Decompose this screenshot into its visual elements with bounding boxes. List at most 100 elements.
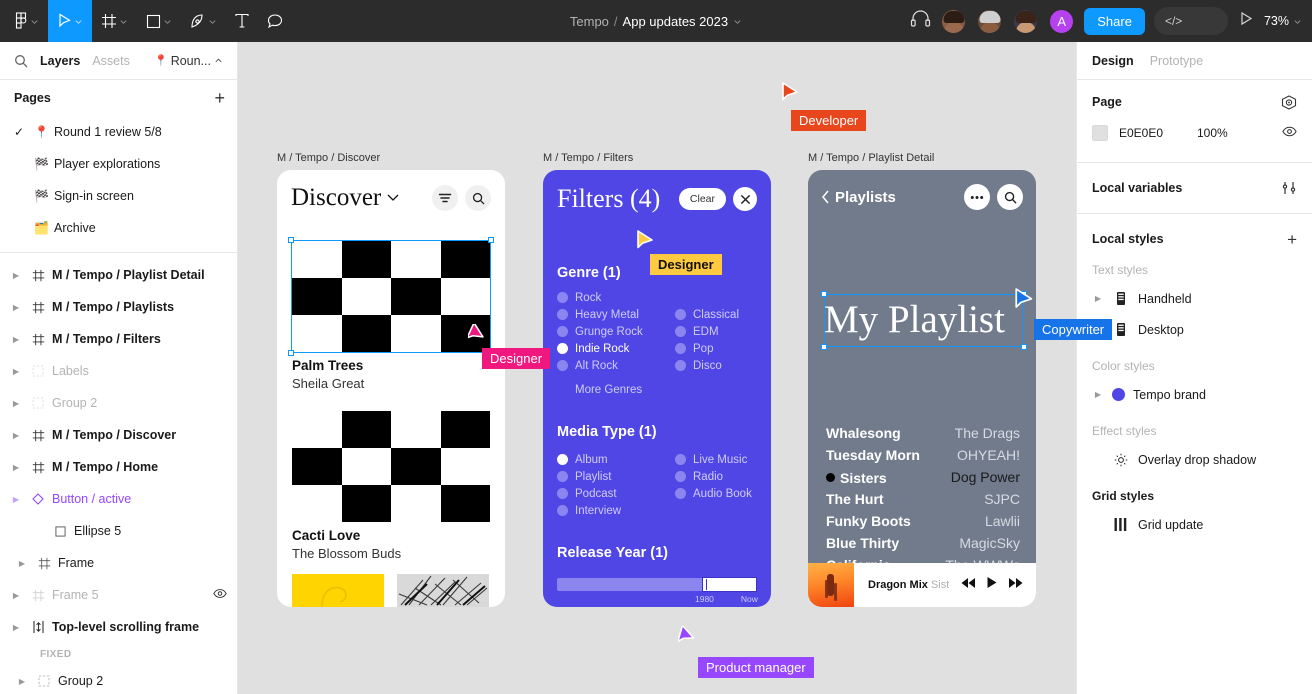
zoom-control[interactable]: 73%: [1264, 14, 1304, 28]
page-item-player-explorations[interactable]: 🏁 Player explorations: [0, 148, 237, 180]
layer-row[interactable]: ▶ Top-level scrolling frame: [0, 611, 237, 643]
add-style-button[interactable]: +: [1287, 231, 1297, 248]
release-year-slider[interactable]: 1980 Now: [557, 577, 758, 604]
track-row[interactable]: Blue Thirty MagicSky: [826, 535, 1020, 557]
genre-option-more-genres[interactable]: More Genres: [557, 381, 643, 398]
tab-assets[interactable]: Assets: [92, 54, 130, 68]
page-background-row[interactable]: E0E0E0 100%: [1092, 118, 1297, 148]
twisty-icon[interactable]: ▶: [8, 399, 24, 408]
twisty-icon[interactable]: ▶: [8, 431, 24, 440]
twisty-icon[interactable]: ▶: [8, 495, 24, 504]
media-option-audio-book[interactable]: Audio Book: [675, 485, 752, 502]
twisty-icon[interactable]: ▶: [1092, 390, 1104, 399]
avatar[interactable]: [976, 7, 1004, 35]
genre-option-classical[interactable]: Classical: [675, 306, 739, 323]
local-variables-header[interactable]: Local variables: [1092, 178, 1297, 198]
genre-option-alt-rock[interactable]: Alt Rock: [557, 357, 643, 374]
add-page-button[interactable]: +: [214, 89, 225, 107]
layer-row[interactable]: ▶ Labels: [0, 355, 237, 387]
more-icon[interactable]: [964, 184, 990, 210]
avatar[interactable]: [1012, 7, 1040, 35]
twisty-icon[interactable]: ▶: [14, 559, 30, 568]
frame-label-filters[interactable]: M / Tempo / Filters: [543, 152, 633, 164]
twisty-icon[interactable]: ▶: [1092, 325, 1104, 334]
eye-icon[interactable]: [213, 588, 227, 602]
style-row-grid-update[interactable]: Grid update: [1092, 509, 1297, 540]
frame-label-discover[interactable]: M / Tempo / Discover: [277, 152, 380, 164]
search-icon[interactable]: [14, 54, 28, 68]
album-artwork[interactable]: [292, 241, 490, 352]
headset-icon[interactable]: [910, 10, 931, 32]
album-thumbnail-grayscale[interactable]: [397, 574, 489, 607]
chevron-down-icon[interactable]: [386, 189, 400, 207]
sliders-icon[interactable]: [1281, 181, 1297, 195]
dev-mode-toggle[interactable]: </>: [1153, 7, 1228, 35]
close-icon[interactable]: [733, 187, 757, 211]
eye-icon[interactable]: [1282, 124, 1297, 142]
layer-row[interactable]: ▶ Frame: [0, 547, 237, 579]
design-canvas[interactable]: M / Tempo / Discover M / Tempo / Filters…: [238, 42, 1076, 694]
twisty-icon[interactable]: ▶: [8, 335, 24, 344]
layer-row[interactable]: ▶ M / Tempo / Playlist Detail: [0, 259, 237, 291]
color-swatch[interactable]: [1092, 125, 1108, 141]
album-artwork[interactable]: [292, 411, 490, 522]
mini-player[interactable]: Dragon Mix Sist: [808, 563, 1036, 607]
genre-option-edm[interactable]: EDM: [675, 323, 739, 340]
twisty-icon[interactable]: ▶: [8, 463, 24, 472]
page-item-archive[interactable]: 🗂️ Archive: [0, 212, 237, 244]
twisty-icon[interactable]: ▶: [8, 303, 24, 312]
back-button[interactable]: Playlists: [821, 189, 896, 206]
page-item-sign-in-screen[interactable]: 🏁 Sign-in screen: [0, 180, 237, 212]
present-button[interactable]: [1237, 11, 1255, 31]
page-color-hex[interactable]: E0E0E0: [1119, 126, 1197, 140]
media-option-live-music[interactable]: Live Music: [675, 451, 752, 468]
pen-tool[interactable]: [181, 0, 226, 42]
media-option-interview[interactable]: Interview: [557, 502, 621, 519]
track-row-playing[interactable]: Sisters Dog Power: [826, 469, 1020, 491]
comment-tool[interactable]: [258, 0, 292, 42]
shape-tool[interactable]: [137, 0, 181, 42]
chevron-down-icon[interactable]: [733, 17, 742, 26]
slider-handle[interactable]: [702, 577, 757, 592]
style-row-tempo-brand[interactable]: ▶ Tempo brand: [1092, 379, 1297, 410]
layer-row[interactable]: ▶ M / Tempo / Home: [0, 451, 237, 483]
style-row-overlay-drop-shadow[interactable]: Overlay drop shadow: [1092, 444, 1297, 475]
twisty-icon[interactable]: ▶: [1092, 294, 1104, 303]
search-icon[interactable]: [465, 185, 491, 211]
genre-option-disco[interactable]: Disco: [675, 357, 739, 374]
page-color-opacity[interactable]: 100%: [1197, 126, 1228, 140]
layer-row[interactable]: ▶ Group 2: [0, 665, 237, 694]
text-tool[interactable]: [226, 0, 258, 42]
media-option-radio[interactable]: Radio: [675, 468, 752, 485]
move-tool[interactable]: [48, 0, 92, 42]
twisty-icon[interactable]: ▶: [14, 677, 30, 686]
playlist-detail-frame[interactable]: Playlists My Playlist Whalesong The Drag…: [808, 170, 1036, 607]
tab-prototype[interactable]: Prototype: [1150, 54, 1204, 68]
layer-row[interactable]: ▶ Button / active: [0, 483, 237, 515]
genre-option-rock[interactable]: Rock: [557, 289, 643, 306]
tab-design[interactable]: Design: [1092, 54, 1134, 68]
track-row[interactable]: Tuesday Morn OHYEAH!: [826, 447, 1020, 469]
genre-option-heavy-metal[interactable]: Heavy Metal: [557, 306, 643, 323]
frame-label-playlist-detail[interactable]: M / Tempo / Playlist Detail: [808, 152, 934, 164]
twisty-icon[interactable]: ▶: [8, 591, 24, 600]
playlist-title[interactable]: My Playlist: [824, 300, 1005, 339]
track-row[interactable]: The Hurt SJPC: [826, 491, 1020, 513]
current-page-chip[interactable]: 📍 Roun...: [154, 54, 223, 68]
play-icon[interactable]: [986, 576, 998, 594]
frame-tool[interactable]: [92, 0, 137, 42]
rewind-icon[interactable]: [960, 576, 976, 594]
page-settings-icon[interactable]: [1281, 94, 1297, 110]
slider-track[interactable]: [557, 577, 757, 592]
layer-row[interactable]: Ellipse 5: [0, 515, 237, 547]
media-option-album[interactable]: Album: [557, 451, 621, 468]
discover-frame[interactable]: Discover Palm Trees Sheila Great Cacti L…: [277, 170, 505, 607]
filters-frame[interactable]: Filters (4) Clear Genre (1) Rock Heavy M…: [543, 170, 771, 607]
team-name[interactable]: Tempo: [570, 14, 609, 29]
twisty-icon[interactable]: ▶: [8, 367, 24, 376]
twisty-icon[interactable]: ▶: [8, 623, 24, 632]
track-row[interactable]: Whalesong The Drags: [826, 425, 1020, 447]
share-button[interactable]: Share: [1084, 7, 1145, 35]
search-icon[interactable]: [997, 184, 1023, 210]
genre-option-pop[interactable]: Pop: [675, 340, 739, 357]
